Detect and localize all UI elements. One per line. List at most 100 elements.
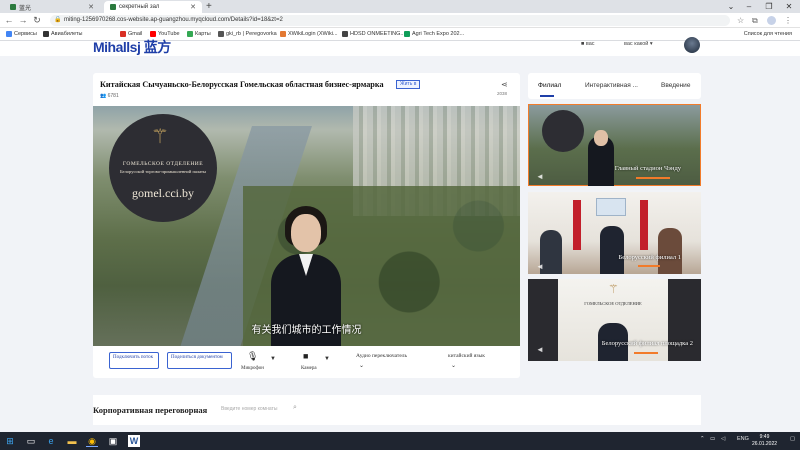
microphone-caret-icon[interactable]: ▼ xyxy=(270,356,276,362)
volume-icon[interactable]: ◁ xyxy=(721,436,725,442)
microphone-icon[interactable]: 🎙 xyxy=(247,351,258,362)
youtube-icon xyxy=(150,31,156,37)
bookmark-maps[interactable]: Карты xyxy=(187,31,211,37)
search-icon[interactable]: ⌕ xyxy=(293,404,297,412)
camera-icon[interactable]: ■ xyxy=(303,351,308,361)
side-tabs: Филиал Интерактивная ... Введение xyxy=(528,73,701,99)
tab-introduction[interactable]: Введение xyxy=(661,82,690,89)
forward-arrow-icon[interactable]: → xyxy=(18,15,28,25)
header-link-2[interactable]: вас какой ▾ xyxy=(624,41,653,47)
share-icon[interactable]: ⋖ xyxy=(501,80,508,89)
menu-icon[interactable]: ⋮ xyxy=(784,16,792,25)
page-icon xyxy=(342,31,348,37)
back-arrow-icon[interactable]: ← xyxy=(4,15,14,25)
share-document-button[interactable]: Поделиться документом xyxy=(167,352,232,369)
header-link-1[interactable]: ■ вас xyxy=(581,41,595,47)
maximize-button[interactable]: ❐ xyxy=(760,0,778,13)
language-chevron-down-icon[interactable]: ⌄ xyxy=(451,362,456,369)
star-icon[interactable]: ☆ xyxy=(737,16,744,25)
windows-start-icon[interactable]: ⊞ xyxy=(4,435,16,447)
profile-icon[interactable] xyxy=(767,16,776,25)
chrome-icon[interactable]: ◉ xyxy=(86,435,98,447)
browser-tab-bar: 蓝光 ✕ секретный зал ✕ + ⌄ – ❐ ✕ xyxy=(0,0,800,13)
new-tab-button[interactable]: + xyxy=(206,1,212,12)
bookmark-flights[interactable]: Авиабилеты xyxy=(43,31,83,37)
caduceus-icon: ⚚ xyxy=(608,282,619,296)
thumbnail-video: ◄ Белорусский филиал 1 xyxy=(528,192,701,274)
clock[interactable]: 9:49 26.01.2022 xyxy=(752,434,777,448)
thumb-flag-left xyxy=(573,200,581,250)
windows-taskbar: ⊞ ▭ e ▬ ◉ ▣ W ⌃ ▭ ◁ ENG 9:49 26.01.2022 … xyxy=(0,432,800,450)
thumbnail-branch-1[interactable]: ◄ Белорусский филиал 1 xyxy=(528,192,701,274)
avatar[interactable] xyxy=(684,37,700,53)
bookmark-apps[interactable]: Сервисы xyxy=(6,31,37,37)
language-dropdown[interactable]: китайский язык xyxy=(448,353,485,359)
thumb-speaker-face xyxy=(594,130,608,146)
minimize-button[interactable]: – xyxy=(740,0,758,13)
site-logo[interactable]: Mihallsj 蓝方 xyxy=(93,40,171,54)
bookmark-gmail[interactable]: Gmail xyxy=(120,31,142,37)
app-icon[interactable]: ▣ xyxy=(107,435,119,447)
corporate-room-section: Корпоративная переговорная Введите номер… xyxy=(93,395,701,425)
file-explorer-icon[interactable]: ▬ xyxy=(66,435,78,447)
mute-icon[interactable]: ◄ xyxy=(536,172,544,181)
clock-date: 26.01.2022 xyxy=(752,441,778,447)
thumb-person-3 xyxy=(658,228,682,274)
meeting-controls: Подключить поток Поделиться документом 🎙… xyxy=(93,346,520,378)
bookmark-label: HDSD ONMEETING... xyxy=(350,31,406,37)
bookmark-label: YouTube xyxy=(158,31,180,37)
clock-time: 9:49 xyxy=(759,434,770,440)
tab-title: секретный зал xyxy=(119,4,160,10)
live-badge: Жить в xyxy=(396,80,421,89)
meeting-title: Китайская Сычуаньско-Белорусская Гомельс… xyxy=(100,80,384,89)
gomel-chamber-emblem: ⚚ ГОМЕЛЬСКОЕ ОТДЕЛЕНИЕ Белорусской торго… xyxy=(109,114,217,222)
main-video-player[interactable]: ⚚ ГОМЕЛЬСКОЕ ОТДЕЛЕНИЕ Белорусской торго… xyxy=(93,106,520,346)
viewer-count-value: 6781 xyxy=(107,93,119,99)
meeting-card: Китайская Сычуаньско-Белорусская Гомельс… xyxy=(93,73,520,378)
connect-stream-button[interactable]: Подключить поток xyxy=(109,352,159,369)
language-indicator[interactable]: ENG xyxy=(737,436,749,442)
reload-icon[interactable]: ↻ xyxy=(32,15,42,26)
audio-switch-dropdown[interactable]: Аудио переключатель xyxy=(356,353,407,359)
site-header: Mihallsj 蓝方 ■ вас вас какой ▾ xyxy=(0,40,800,56)
bookmark-youtube[interactable]: YouTube xyxy=(150,31,180,37)
thumbnail-progress xyxy=(634,352,658,354)
thumbnail-main-stadium[interactable]: ◄ Главный стадион Чэнду xyxy=(528,104,701,186)
emblem-line-2: Белорусской торгово-промышленной палаты xyxy=(119,169,207,174)
page-icon xyxy=(404,31,410,37)
lock-icon: 🔒 xyxy=(54,17,62,23)
edge-icon[interactable]: e xyxy=(45,435,57,447)
tray-chevron-icon[interactable]: ⌃ xyxy=(700,436,705,442)
camera-caret-icon[interactable]: ▼ xyxy=(324,356,330,362)
network-icon[interactable]: ▭ xyxy=(710,436,715,442)
audio-chevron-down-icon[interactable]: ⌄ xyxy=(359,362,364,369)
viewers-icon: 👥 xyxy=(100,93,107,99)
browser-tab-1[interactable]: 蓝光 ✕ xyxy=(4,1,100,13)
thumbnail-caption: Белорусский филиал площадка 2 xyxy=(601,340,693,347)
close-window-button[interactable]: ✕ xyxy=(780,0,798,13)
mute-icon[interactable]: ◄ xyxy=(536,345,544,354)
bookmark-peregovorka[interactable]: gki_rb | Peregovorka xyxy=(218,31,277,37)
close-tab-icon[interactable]: ✕ xyxy=(88,3,94,11)
thumbnail-caption: Главный стадион Чэнду xyxy=(614,165,681,172)
close-tab-icon[interactable]: ✕ xyxy=(190,3,196,11)
tab-interactive[interactable]: Интерактивная ... xyxy=(585,82,638,89)
bookmark-xwiki[interactable]: XWikiLogin (XWiki... xyxy=(280,31,338,37)
task-view-icon[interactable]: ▭ xyxy=(25,435,37,447)
bookmark-agritech[interactable]: Agri Tech Expo 202... xyxy=(404,31,464,37)
word-icon[interactable]: W xyxy=(128,435,140,447)
site-favicon-icon xyxy=(10,4,16,10)
url-field[interactable]: 🔒 miting-1256970268.cos-website.ap-guang… xyxy=(50,15,730,26)
thumb-emblem xyxy=(542,110,584,152)
tab-branch[interactable]: Филиал xyxy=(538,82,561,89)
bookmark-onmeeting[interactable]: HDSD ONMEETING... xyxy=(342,31,405,37)
emblem-website: gomel.cci.by xyxy=(132,186,194,200)
reading-list-link[interactable]: Список для чтения xyxy=(744,31,792,37)
thumbnail-branch-2[interactable]: ⚚ ГОМЕЛЬСКОЕ ОТДЕЛЕНИЕ ◄ Белорусский фил… xyxy=(528,279,701,361)
mute-icon[interactable]: ◄ xyxy=(536,262,544,271)
browser-tab-2[interactable]: секретный зал ✕ xyxy=(104,1,202,13)
notifications-icon[interactable]: ▢ xyxy=(790,436,795,442)
extensions-icon[interactable]: ⧉ xyxy=(752,16,758,26)
room-number-input[interactable]: Введите номер комнаты xyxy=(221,406,277,412)
tab-search-icon[interactable]: ⌄ xyxy=(722,0,740,13)
